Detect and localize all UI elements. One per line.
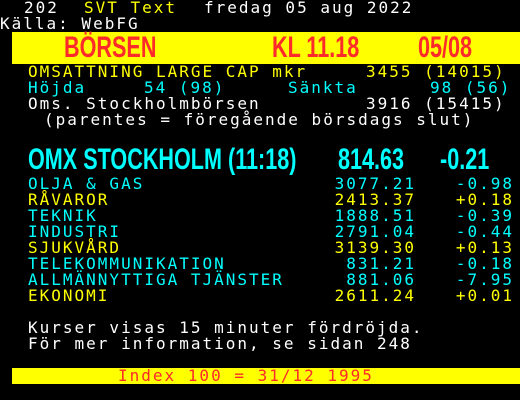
source-label: Källa: WebFG — [0, 14, 140, 33]
info-note: För mer information, se sidan 248 — [28, 334, 412, 353]
sector-name: EKONOMI — [28, 286, 110, 305]
teletext-page: { "header": { "page_number": "202", "cha… — [0, 0, 520, 400]
parentes-note: (parentes = föregående börsdags slut) — [44, 110, 475, 129]
index-change: -0.21 — [440, 143, 490, 176]
banner-date: 05/08 — [418, 31, 473, 64]
sector-value: 2611.24 — [334, 286, 416, 305]
banner-title: BÖRSEN — [64, 31, 157, 64]
header-date: fredag 05 aug 2022 — [204, 0, 414, 17]
index-base-note: Index 100 = 31/12 1995 — [118, 366, 374, 385]
source-row: Källa: WebFG — [0, 16, 520, 32]
info-row: För mer information, se sidan 248 — [0, 336, 520, 352]
banner-time: KL 11.18 — [272, 31, 360, 64]
low-label: Sänkta — [288, 78, 358, 97]
sector-row: EKONOMI 2611.24 +0.01 — [0, 288, 520, 304]
note-row: (parentes = föregående börsdags slut) — [0, 112, 520, 128]
index-name: OMX STOCKHOLM (11:18) — [28, 143, 297, 176]
borsen-banner: BÖRSEN KL 11.18 05/08 — [12, 32, 520, 64]
index-row: OMX STOCKHOLM (11:18) 814.63 -0.21 — [0, 144, 520, 176]
index-base-bar: Index 100 = 31/12 1995 — [12, 368, 520, 384]
sector-change: +0.01 — [455, 286, 514, 305]
index-value: 814.63 — [338, 143, 405, 176]
